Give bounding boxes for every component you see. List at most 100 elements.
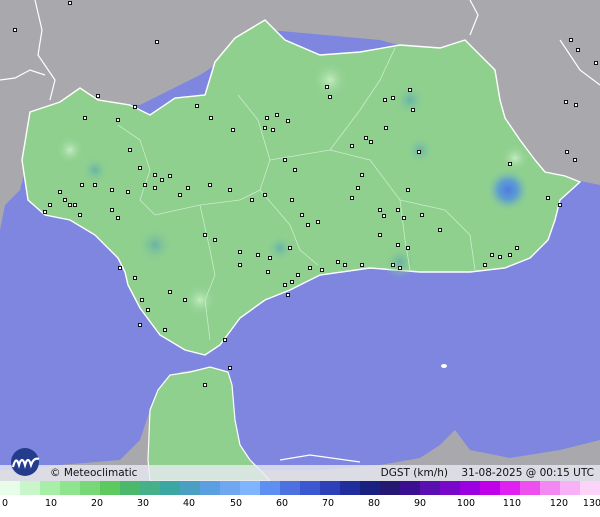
- scale-tick-label: 0: [1, 498, 9, 509]
- scale-swatch: [500, 481, 520, 495]
- station-marker: [325, 85, 329, 89]
- station-marker: [93, 183, 97, 187]
- scale-swatch: [60, 481, 80, 495]
- scale-swatch: [0, 481, 20, 495]
- station-marker: [300, 213, 304, 217]
- station-marker: [515, 246, 519, 250]
- station-marker: [396, 208, 400, 212]
- scale-swatch: [320, 481, 340, 495]
- station-marker: [564, 100, 568, 104]
- station-marker: [83, 116, 87, 120]
- station-marker: [110, 208, 114, 212]
- scale-tick-label: 70: [321, 498, 335, 509]
- scale-tick-label: 110: [502, 498, 522, 509]
- scale-tick-label: 90: [413, 498, 427, 509]
- station-marker: [138, 323, 142, 327]
- station-marker: [168, 290, 172, 294]
- scale-swatch: [520, 481, 540, 495]
- scale-swatch: [560, 481, 580, 495]
- scale-swatch: [480, 481, 500, 495]
- station-marker: [271, 128, 275, 132]
- station-marker: [160, 178, 164, 182]
- station-marker: [133, 276, 137, 280]
- station-marker: [546, 196, 550, 200]
- station-marker: [293, 168, 297, 172]
- station-marker: [402, 216, 406, 220]
- station-marker: [238, 250, 242, 254]
- station-marker: [140, 298, 144, 302]
- station-marker: [268, 256, 272, 260]
- station-marker: [360, 173, 364, 177]
- station-marker: [275, 113, 279, 117]
- station-marker: [153, 186, 157, 190]
- variable-unit-label: DGST (km/h): [380, 467, 449, 479]
- station-marker: [138, 166, 142, 170]
- station-marker: [574, 103, 578, 107]
- station-marker: [128, 148, 132, 152]
- station-marker: [508, 162, 512, 166]
- station-marker: [286, 293, 290, 297]
- station-marker: [508, 253, 512, 257]
- meteoclimatic-logo: [11, 448, 40, 476]
- station-marker: [58, 190, 62, 194]
- station-marker: [266, 270, 270, 274]
- scale-tick-label: 130: [582, 498, 600, 509]
- station-marker: [68, 203, 72, 207]
- station-marker: [378, 233, 382, 237]
- station-marker: [565, 150, 569, 154]
- scale-swatch: [40, 481, 60, 495]
- station-marker: [382, 214, 386, 218]
- station-marker: [68, 1, 72, 5]
- station-marker: [308, 266, 312, 270]
- station-marker: [168, 174, 172, 178]
- scale-tick-label: 30: [136, 498, 150, 509]
- scale-tick-label: 60: [275, 498, 289, 509]
- station-marker: [48, 203, 52, 207]
- scale-tick-label: 100: [456, 498, 476, 509]
- station-marker: [163, 328, 167, 332]
- station-marker: [420, 213, 424, 217]
- brand-name: Meteoclimatic: [63, 467, 138, 479]
- color-scale-bar: [0, 481, 600, 495]
- station-marker: [126, 190, 130, 194]
- weather-map: © Meteoclimatic DGST (km/h) 31-08-2025 @…: [0, 0, 600, 517]
- station-marker: [186, 186, 190, 190]
- station-marker: [265, 116, 269, 120]
- station-marker: [118, 266, 122, 270]
- station-marker: [411, 108, 415, 112]
- map-info: DGST (km/h) 31-08-2025 @ 00:15 UTC: [381, 467, 594, 479]
- station-marker: [350, 196, 354, 200]
- station-marker: [146, 308, 150, 312]
- station-marker: [143, 183, 147, 187]
- station-marker: [558, 203, 562, 207]
- scale-swatch: [440, 481, 460, 495]
- map-canvas: [0, 0, 600, 481]
- station-marker: [356, 186, 360, 190]
- station-marker: [378, 208, 382, 212]
- scale-tick-label: 50: [229, 498, 243, 509]
- scale-swatch: [240, 481, 260, 495]
- scale-swatch: [400, 481, 420, 495]
- station-marker: [80, 183, 84, 187]
- scale-swatch: [460, 481, 480, 495]
- station-marker: [228, 188, 232, 192]
- scale-swatch: [300, 481, 320, 495]
- scale-swatch: [200, 481, 220, 495]
- scale-swatch: [160, 481, 180, 495]
- station-marker: [283, 283, 287, 287]
- station-marker: [228, 366, 232, 370]
- station-marker: [155, 40, 159, 44]
- station-marker: [498, 255, 502, 259]
- scale-tick-label: 10: [44, 498, 58, 509]
- station-marker: [290, 198, 294, 202]
- station-marker: [306, 223, 310, 227]
- station-marker: [569, 38, 573, 42]
- station-marker: [13, 28, 17, 32]
- station-marker: [391, 96, 395, 100]
- station-marker: [283, 158, 287, 162]
- station-marker: [116, 216, 120, 220]
- station-marker: [73, 203, 77, 207]
- station-marker: [43, 210, 47, 214]
- station-marker: [203, 233, 207, 237]
- station-marker: [328, 95, 332, 99]
